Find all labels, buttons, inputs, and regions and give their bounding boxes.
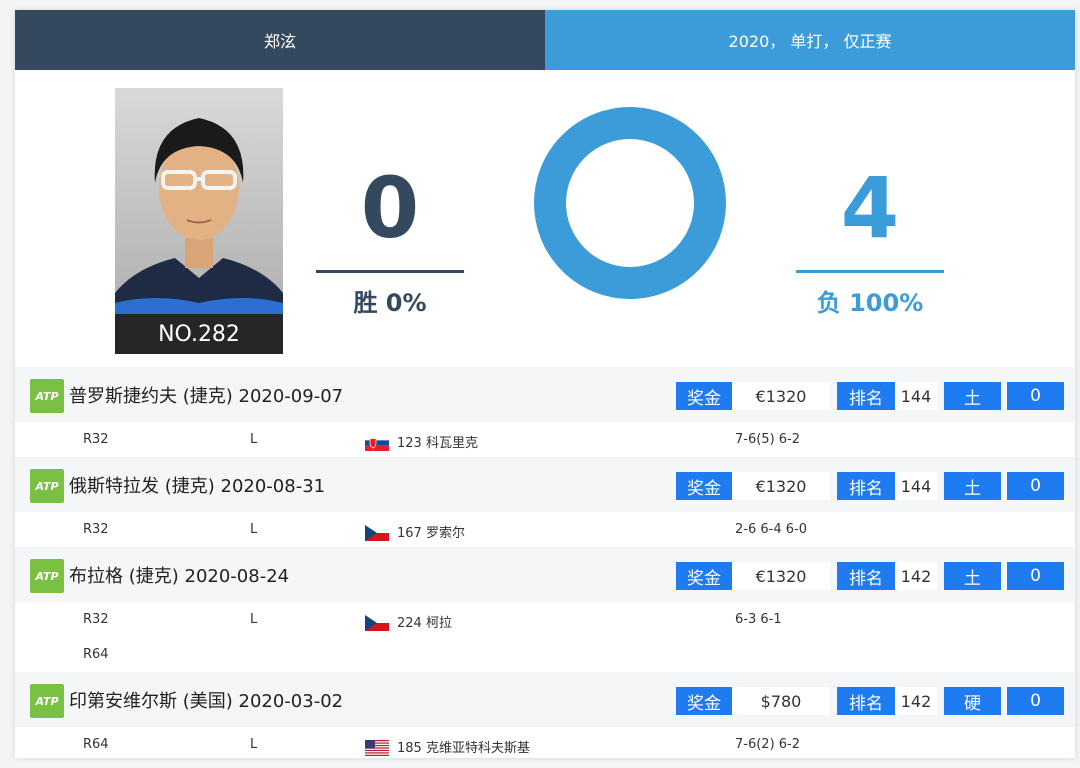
opponent-name[interactable]: 185 克维亚特科夫斯基 bbox=[397, 737, 530, 756]
surface-button[interactable]: 土 bbox=[944, 472, 1001, 500]
prize-button[interactable]: 奖金 bbox=[676, 382, 732, 410]
rank-value: 142 bbox=[895, 562, 937, 590]
atp-logo-icon: ATP bbox=[30, 469, 64, 503]
opponent-name[interactable]: 167 罗索尔 bbox=[397, 522, 465, 541]
usa-flag-icon bbox=[365, 740, 389, 756]
match-score: 7-6(2) 6-2 bbox=[735, 737, 801, 752]
tab-season-filter[interactable]: 2020， 单打， 仅正赛 bbox=[545, 10, 1075, 70]
prize-button[interactable]: 奖金 bbox=[676, 687, 732, 715]
atp-logo-icon: ATP bbox=[30, 684, 64, 718]
tab-player[interactable]: 郑泫 bbox=[15, 10, 545, 70]
losses-label: 负 100% bbox=[816, 289, 924, 317]
match-round: R32 bbox=[83, 432, 109, 447]
match-round: R64 bbox=[83, 647, 109, 662]
prize-value: €1320 bbox=[732, 382, 830, 410]
match-result: L bbox=[250, 522, 258, 537]
rank-button[interactable]: 排名 bbox=[837, 687, 895, 715]
wins-label: 胜 0% bbox=[353, 289, 427, 317]
prize-button[interactable]: 奖金 bbox=[676, 562, 732, 590]
match-score: 2-6 6-4 6-0 bbox=[735, 522, 807, 537]
losses-divider bbox=[796, 270, 944, 273]
atp-logo-icon: ATP bbox=[30, 379, 64, 413]
player-card: 郑泫 2020， 单打， 仅正赛 NO.282 0 胜 0% 4 负 100% bbox=[15, 10, 1075, 758]
match-result: L bbox=[250, 432, 258, 447]
rank-button[interactable]: 排名 bbox=[837, 472, 895, 500]
match-row: R32 L 167 罗索尔 2-6 6-4 6-0 bbox=[15, 512, 1075, 547]
surface-button[interactable]: 土 bbox=[944, 562, 1001, 590]
points-button[interactable]: 0 bbox=[1007, 382, 1064, 410]
atp-logo-icon: ATP bbox=[30, 559, 64, 593]
match-score: 7-6(5) 6-2 bbox=[735, 432, 801, 447]
match-round: R64 bbox=[83, 737, 109, 752]
prize-value: €1320 bbox=[732, 562, 830, 590]
match-round: R32 bbox=[83, 522, 109, 537]
rank-value: 144 bbox=[895, 472, 937, 500]
match-score: 6-3 6-1 bbox=[735, 612, 782, 627]
svk-flag-icon bbox=[365, 435, 389, 451]
prize-value: €1320 bbox=[732, 472, 830, 500]
cze-flag-icon bbox=[365, 615, 389, 631]
match-result: L bbox=[250, 737, 258, 752]
tournament-title: 俄斯特拉发 (捷克) 2020-08-31 bbox=[69, 476, 326, 497]
wins-divider bbox=[316, 270, 464, 273]
tournament-title: 布拉格 (捷克) 2020-08-24 bbox=[69, 566, 290, 587]
points-button[interactable]: 0 bbox=[1007, 562, 1064, 590]
match-row: R64 bbox=[15, 637, 1075, 672]
prize-value: $780 bbox=[732, 687, 830, 715]
tournament-title: 印第安维尔斯 (美国) 2020-03-02 bbox=[69, 691, 344, 712]
opponent-name[interactable]: 224 柯拉 bbox=[397, 612, 452, 631]
match-row: R32 L 224 柯拉 6-3 6-1 bbox=[15, 602, 1075, 637]
tournament-row[interactable]: ATP 布拉格 (捷克) 2020-08-24 奖金 €1320 排名 142 … bbox=[15, 547, 1075, 602]
player-photo: NO.282 bbox=[115, 88, 283, 354]
header-tabs: 郑泫 2020， 单打， 仅正赛 bbox=[15, 10, 1075, 70]
points-button[interactable]: 0 bbox=[1007, 472, 1064, 500]
rank-button[interactable]: 排名 bbox=[837, 562, 895, 590]
prize-button[interactable]: 奖金 bbox=[676, 472, 732, 500]
cze-flag-icon bbox=[365, 525, 389, 541]
tournament-row[interactable]: ATP 印第安维尔斯 (美国) 2020-03-02 奖金 $780 排名 14… bbox=[15, 672, 1075, 727]
opponent-name[interactable]: 123 科瓦里克 bbox=[397, 432, 478, 451]
rank-value: 144 bbox=[895, 382, 937, 410]
surface-button[interactable]: 土 bbox=[944, 382, 1001, 410]
donut-loss-segment bbox=[534, 107, 726, 299]
match-result: L bbox=[250, 612, 258, 627]
points-button[interactable]: 0 bbox=[1007, 687, 1064, 715]
losses-count: 4 bbox=[840, 159, 900, 257]
rank-button[interactable]: 排名 bbox=[837, 382, 895, 410]
tournament-list: ATP 普罗斯捷约夫 (捷克) 2020-09-07 奖金 €1320 排名 1… bbox=[15, 367, 1075, 758]
win-loss-donut-chart bbox=[534, 107, 726, 299]
match-round: R32 bbox=[83, 612, 109, 627]
losses-stat: 4 负 100% bbox=[796, 158, 944, 318]
tournament-title: 普罗斯捷约夫 (捷克) 2020-09-07 bbox=[69, 386, 344, 407]
match-row: R64 L 185 克维亚特科夫斯基 7-6(2) 6-2 bbox=[15, 727, 1075, 758]
wins-count: 0 bbox=[360, 159, 420, 257]
tournament-row[interactable]: ATP 普罗斯捷约夫 (捷克) 2020-09-07 奖金 €1320 排名 1… bbox=[15, 367, 1075, 422]
surface-button[interactable]: 硬 bbox=[944, 687, 1001, 715]
match-row: R32 L 123 科瓦里克 7-6(5) 6-2 bbox=[15, 422, 1075, 457]
rank-value: 142 bbox=[895, 687, 937, 715]
world-rank-badge: NO.282 bbox=[115, 314, 283, 354]
tournament-row[interactable]: ATP 俄斯特拉发 (捷克) 2020-08-31 奖金 €1320 排名 14… bbox=[15, 457, 1075, 512]
wins-stat: 0 胜 0% bbox=[316, 158, 464, 318]
